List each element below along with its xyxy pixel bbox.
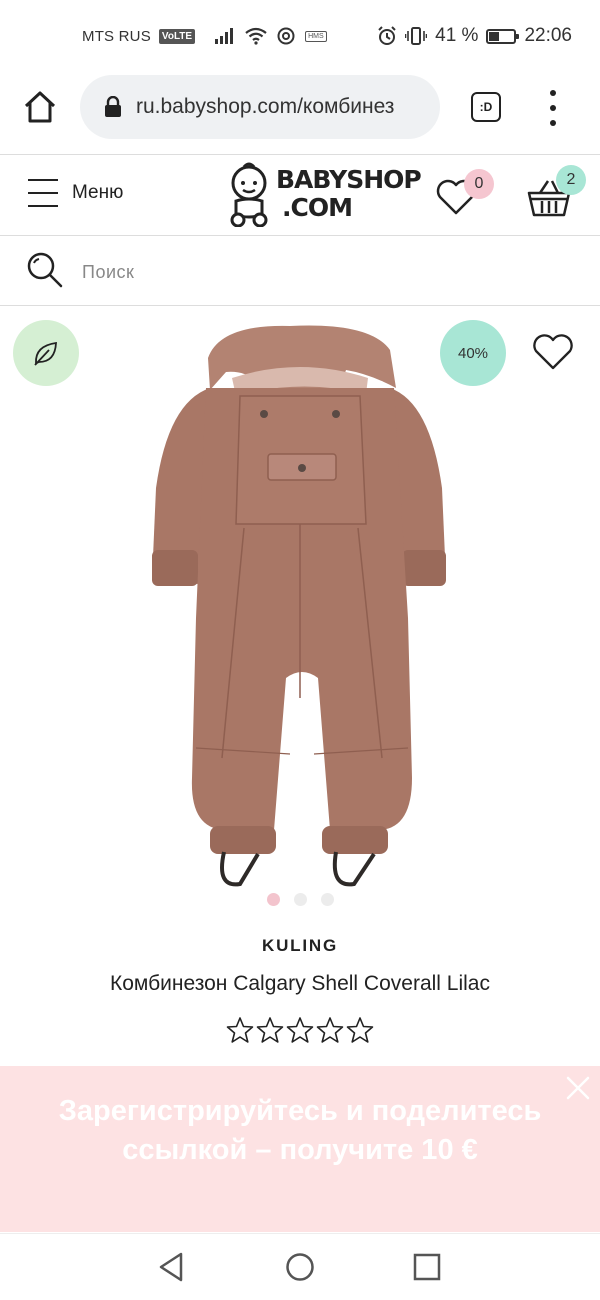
browser-toolbar: ru.babyshop.com/комбинез :D xyxy=(0,72,600,142)
search-bar xyxy=(0,236,600,306)
menu-button[interactable]: Меню xyxy=(28,179,123,207)
url-text: ru.babyshop.com/комбинез xyxy=(136,95,395,118)
star-icon xyxy=(286,1017,314,1043)
product-title: Комбинезон Calgary Shell Coverall Lilac xyxy=(110,972,490,995)
status-right: 41 % 22:06 xyxy=(377,25,572,47)
wishlist-count-badge: 0 xyxy=(464,169,494,199)
battery-icon xyxy=(486,28,520,44)
alarm-icon xyxy=(378,26,396,45)
star-icon xyxy=(316,1017,344,1043)
star-icon xyxy=(256,1017,284,1043)
volte-badge: VoLTE xyxy=(158,28,196,44)
carousel-dot[interactable] xyxy=(293,893,307,906)
cart-button[interactable]: 2 xyxy=(526,165,586,217)
add-to-wishlist-icon[interactable] xyxy=(531,332,575,372)
promo-text: Зарегистрируйтесь и поделитесь ссылкой –… xyxy=(58,1095,542,1166)
hamburger-icon xyxy=(28,179,58,207)
search-icon[interactable] xyxy=(24,250,64,290)
eco-badge xyxy=(13,320,79,386)
home-icon[interactable] xyxy=(22,89,58,125)
logo-line-1: BABYSHOP xyxy=(276,165,422,194)
status-icons: HMS xyxy=(215,27,327,45)
carousel-dot[interactable] xyxy=(266,893,280,906)
product-image[interactable] xyxy=(140,318,460,890)
back-icon[interactable] xyxy=(157,1251,187,1283)
wifi-icon xyxy=(245,27,267,45)
star-icon xyxy=(226,1017,254,1043)
address-bar[interactable]: ru.babyshop.com/комбинез xyxy=(80,75,440,139)
star-icon xyxy=(346,1017,374,1043)
tabs-button[interactable]: :D xyxy=(471,92,501,122)
status-left: MTS RUS VoLTE HMS xyxy=(82,27,327,45)
status-bar: MTS RUS VoLTE HMS 41 % 22:06 xyxy=(0,0,600,72)
site-logo[interactable]: BABYSHOP .COM xyxy=(226,161,422,227)
clock: 22:06 xyxy=(524,25,572,46)
carousel-dot[interactable] xyxy=(320,893,334,906)
home-circle-icon[interactable] xyxy=(285,1252,315,1282)
promo-banner[interactable]: Зарегистрируйтесь и поделитесь ссылкой –… xyxy=(0,1066,600,1232)
site-header: Меню BABYSHOP .COM 0 2 xyxy=(0,154,600,236)
cart-count-badge: 2 xyxy=(556,165,586,195)
menu-label: Меню xyxy=(72,182,124,203)
baby-logo-icon xyxy=(230,162,268,227)
vibrate-icon xyxy=(405,27,428,45)
chrome-icon xyxy=(277,27,295,45)
battery-percent: 41 % xyxy=(435,25,479,46)
recent-apps-icon[interactable] xyxy=(413,1253,441,1281)
image-carousel-dots xyxy=(0,893,600,906)
leaf-icon xyxy=(34,341,57,366)
system-nav-bar xyxy=(0,1233,600,1300)
lock-icon xyxy=(105,96,121,117)
logo-wordmark: BABYSHOP .COM xyxy=(276,165,422,222)
close-icon[interactable] xyxy=(564,1074,592,1102)
more-vertical-icon[interactable] xyxy=(543,90,563,126)
hms-icon: HMS xyxy=(305,30,327,42)
search-input[interactable] xyxy=(80,254,564,290)
carrier-label: MTS RUS xyxy=(82,27,151,45)
logo-line-2: .COM xyxy=(282,193,353,222)
wishlist-button[interactable]: 0 xyxy=(434,169,494,217)
signal-icon xyxy=(215,28,234,44)
product-rating[interactable] xyxy=(0,1016,600,1044)
product-brand[interactable]: KULING xyxy=(0,936,600,956)
